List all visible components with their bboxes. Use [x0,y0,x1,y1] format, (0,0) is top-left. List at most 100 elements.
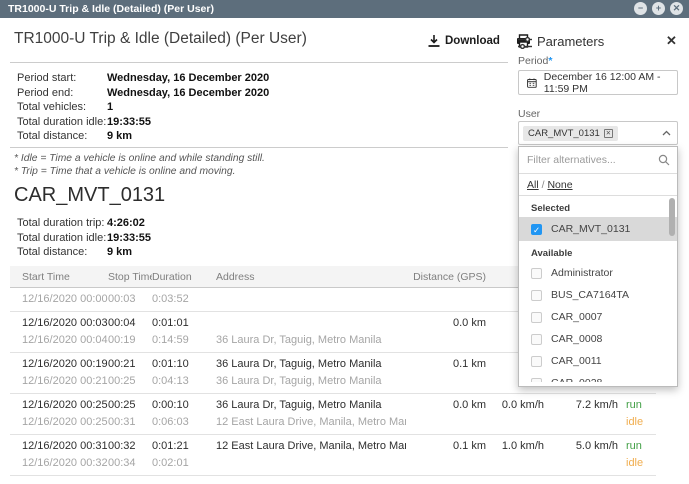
group-header-selected: Selected [519,196,677,217]
cell-avg-speed: 0.0 km/h [486,397,544,414]
dropdown-item[interactable]: CAR_0008 [519,328,677,350]
cell-stop: 00:03 [108,291,152,308]
cell-status: run [618,438,658,455]
cell-stop: 00:31 [108,414,152,431]
dropdown-item[interactable]: BUS_CA7164TA [519,284,677,306]
cell-address: 36 Laura Dr, Taguig, Metro Manila [216,356,406,373]
cell-stop: 00:25 [108,373,152,390]
cell-distance [406,373,486,390]
column-header: Start Time [22,271,108,283]
chevron-up-icon[interactable] [662,130,671,136]
report-toolbar: Download [428,34,531,48]
close-icon[interactable]: ✕ [670,2,683,15]
period-value: December 16 12:00 AM - 11:59 PM [544,71,677,95]
dropdown-filter-row [519,147,677,174]
dropdown-item-label: CAR_0028 [551,377,602,382]
dropdown-item[interactable]: CAR_0011 [519,350,677,372]
dropdown-scrollbar[interactable] [669,198,675,236]
filter-input[interactable] [519,147,649,172]
cell-distance [406,455,486,472]
cell-start: 12/16/2020 00:32 [22,455,108,472]
cell-duration: 0:14:59 [152,332,216,349]
summary-label: Period end: [17,86,107,101]
summary-row: Total distance:9 km [17,129,269,144]
download-label: Download [445,35,500,47]
cell-address: 36 Laura Dr, Taguig, Metro Manila [216,373,406,390]
report-notes: * Idle = Time a vehicle is online and wh… [14,153,265,178]
checkbox-icon[interactable] [531,290,542,301]
cell-start: 12/16/2020 00:25 [22,397,108,414]
chip-remove-icon[interactable]: ✕ [604,129,613,138]
checkbox-checked-icon[interactable]: ✓ [531,224,542,235]
dropdown-item[interactable]: CAR_0007 [519,306,677,328]
cell-distance: 0.1 km [406,438,486,455]
cell-max-speed [544,455,618,472]
column-header: Stop Time [108,271,152,283]
cell-avg-speed [486,455,544,472]
cell-distance [406,291,486,308]
parameters-icon [518,36,532,54]
cell-address [216,291,406,308]
table-row: 12/16/2020 00:31 00:32 0:01:21 12 East L… [10,435,656,476]
summary-value: 19:33:55 [107,116,151,128]
cell-stop: 00:04 [108,315,152,332]
select-none-link[interactable]: None [547,179,572,191]
search-icon [658,154,670,166]
note-idle: * Idle = Time a vehicle is online and wh… [14,153,265,166]
table-row: 12/16/2020 00:25 00:25 0:00:10 36 Laura … [10,394,656,435]
checkbox-icon[interactable] [531,378,542,383]
window-title: TR1000-U Trip & Idle (Detailed) (Per Use… [8,0,214,18]
cell-start: 12/16/2020 00:04 [22,332,108,349]
vehicle-summary: Total duration trip:4:26:02 Total durati… [17,216,151,260]
summary-row: Total vehicles:1 [17,100,269,115]
cell-start: 12/16/2020 00:19 [22,356,108,373]
dropdown-item-label: CAR_0008 [551,333,602,345]
checkbox-icon[interactable] [531,268,542,279]
column-header: Distance (GPS) [406,271,486,283]
period-picker[interactable]: December 16 12:00 AM - 11:59 PM [518,70,678,95]
summary-label: Total distance: [17,129,107,144]
cell-max-speed: 7.2 km/h [544,397,618,414]
window-controls: − + ✕ [634,2,683,15]
checkbox-icon[interactable] [531,334,542,345]
dropdown-item[interactable]: CAR_0028 [519,372,677,382]
dropdown-item[interactable]: Administrator [519,262,677,284]
cell-start: 12/16/2020 00:25 [22,414,108,431]
cell-address: 12 East Laura Drive, Manila, Metro Manil… [216,414,406,431]
user-select[interactable]: CAR_MVT_0131 ✕ [518,121,678,145]
group-header-available: Available [519,241,677,262]
period-label-text: Period [518,55,548,67]
summary-label: Total duration idle: [17,231,107,246]
idle-line: 12/16/2020 00:25 00:31 0:06:03 12 East L… [10,414,656,431]
checkbox-icon[interactable] [531,356,542,367]
column-header: Duration [152,271,216,283]
maximize-icon[interactable]: + [652,2,665,15]
summary-row: Total distance:9 km [17,245,151,260]
select-all-none-row: All / None [519,174,677,196]
cell-start: 12/16/2020 00:21 [22,373,108,390]
summary-label: Total duration trip: [17,216,107,231]
cell-avg-speed: 1.0 km/h [486,438,544,455]
trip-line: 12/16/2020 00:25 00:25 0:00:10 36 Laura … [10,397,656,414]
cell-duration: 0:00:10 [152,397,216,414]
cell-duration: 0:01:21 [152,438,216,455]
cell-stop: 00:25 [108,397,152,414]
summary-value: Wednesday, 16 December 2020 [107,72,269,84]
cell-stop: 00:32 [108,438,152,455]
divider [10,147,508,148]
download-button[interactable]: Download [428,35,500,48]
report-window: TR1000-U Trip & Idle (Detailed) (Per Use… [0,0,689,484]
parameters-close-icon[interactable]: ✕ [666,33,677,49]
minimize-icon[interactable]: − [634,2,647,15]
user-dropdown: All / None Selected ✓ CAR_MVT_0131 Avail… [518,146,678,387]
cell-distance [406,332,486,349]
cell-duration: 0:01:01 [152,315,216,332]
checkbox-icon[interactable] [531,312,542,323]
cell-duration: 0:06:03 [152,414,216,431]
cell-status: idle [618,414,658,431]
dropdown-item-selected[interactable]: ✓ CAR_MVT_0131 [519,217,677,241]
cell-start: 12/16/2020 00:00 [22,291,108,308]
cell-duration: 0:02:01 [152,455,216,472]
select-all-link[interactable]: All [527,179,539,191]
chip-label: CAR_MVT_0131 [528,128,600,139]
